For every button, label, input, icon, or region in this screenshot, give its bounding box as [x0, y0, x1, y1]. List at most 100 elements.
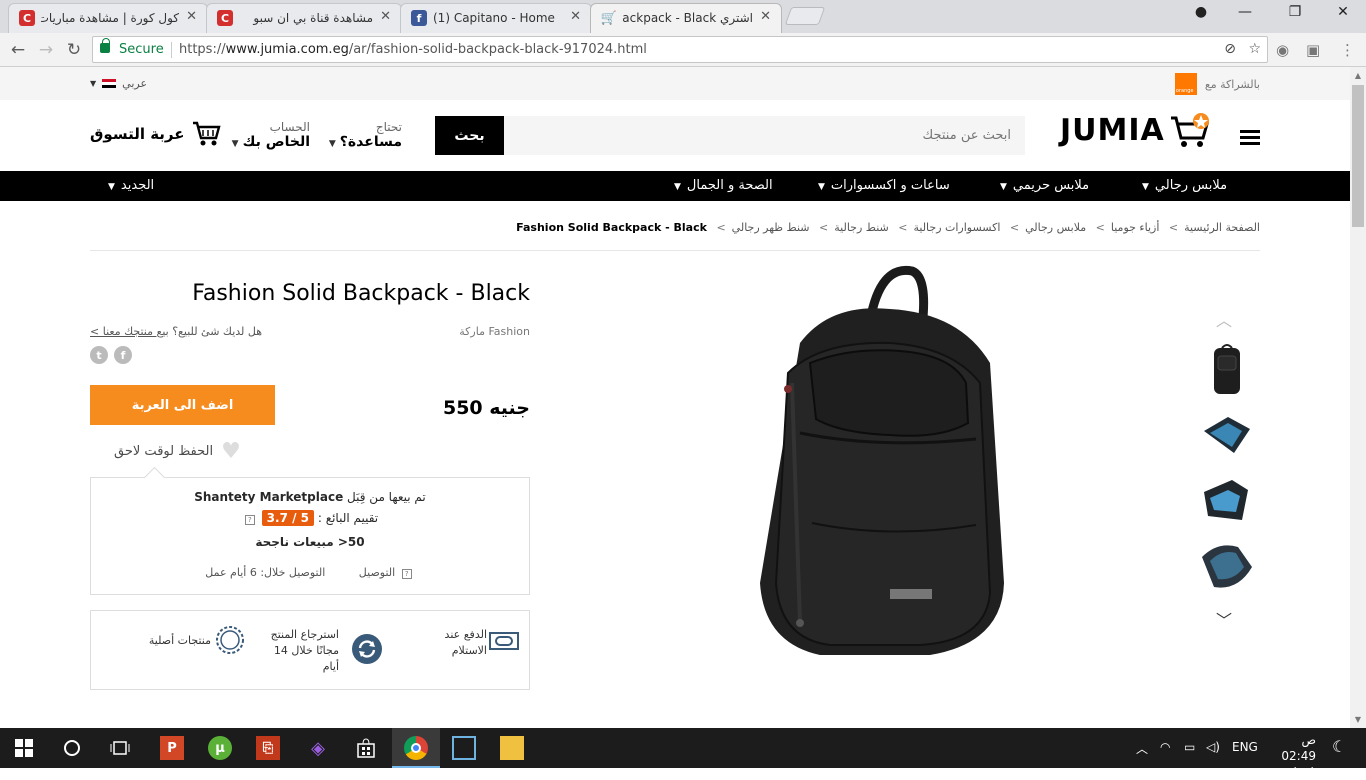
battery-icon[interactable]: ▭ — [1184, 740, 1195, 754]
reload-icon[interactable]: ↻ — [62, 38, 86, 62]
nav-item-women-clothing[interactable]: ▼ ملابس حريمي — [1000, 178, 1089, 193]
tab-title: مشاهدة قناة بي ان سبو — [253, 11, 373, 25]
task-view-icon[interactable] — [108, 736, 132, 760]
sell-with-us-link[interactable]: بيع منتجك معنا > — [90, 325, 169, 338]
visual-studio-icon[interactable]: ◈ — [306, 736, 330, 760]
powerpoint-icon[interactable]: P — [160, 736, 184, 760]
maximize-icon[interactable]: ❐ — [1280, 4, 1310, 20]
close-tab-icon[interactable]: ✕ — [570, 9, 581, 24]
save-for-later-button[interactable]: الحفظ لوقت لاحق ♥ — [114, 439, 241, 464]
url-text[interactable]: https://www.jumia.com.eg/ar/fashion-soli… — [179, 42, 647, 57]
seller-name[interactable]: Shantety Marketplace — [194, 490, 343, 504]
browser-tab[interactable]: C مشاهدة قناة بي ان سبو ✕ — [206, 3, 402, 33]
breadcrumb-link[interactable]: شنط ظهر رجالي — [732, 221, 810, 234]
omnibox-actions: ⊘ ☆ — [1224, 41, 1261, 57]
close-tab-icon[interactable]: ✕ — [760, 9, 771, 24]
cart-button[interactable]: عربة التسوق — [90, 120, 221, 148]
rating-label: تقييم البائع : — [317, 511, 379, 525]
store-icon[interactable] — [354, 736, 378, 760]
scrollbar-thumb[interactable] — [1352, 85, 1364, 227]
jumia-logo[interactable]: JUMIA — [1060, 112, 1211, 148]
page-scrollbar[interactable]: ▲ ▼ — [1350, 67, 1366, 728]
tray-chevron-icon[interactable]: ︿ — [1136, 740, 1148, 757]
chevron-down-icon: ▼ — [1142, 182, 1149, 192]
close-tab-icon[interactable]: ✕ — [186, 9, 197, 24]
hamburger-menu-icon[interactable] — [1240, 130, 1260, 148]
close-window-icon[interactable]: ✕ — [1328, 4, 1358, 20]
account-small-label: الحساب — [269, 120, 310, 134]
breadcrumb-link[interactable]: الصفحة الرئيسية — [1184, 221, 1260, 234]
close-tab-icon[interactable]: ✕ — [380, 9, 391, 24]
breadcrumb-link[interactable]: أزياء جوميا — [1111, 221, 1160, 234]
add-to-cart-button[interactable]: اضف الى العربة — [90, 385, 275, 425]
chrome-icon[interactable] — [404, 736, 428, 760]
nav-item-new[interactable]: ▼ الجديد — [108, 178, 154, 193]
facebook-icon[interactable]: f — [114, 346, 132, 364]
url-scheme: https:// — [179, 42, 226, 57]
address-bar[interactable]: Secure https://www.jumia.com.eg/ar/fashi… — [92, 36, 1268, 63]
tab-favicon: C — [217, 10, 233, 26]
browser-toolbar: ← → ↻ Secure https://www.jumia.com.eg/ar… — [0, 33, 1366, 67]
thumbnail-image[interactable] — [1198, 537, 1256, 595]
menu-icon[interactable]: ⋮ — [1340, 41, 1355, 59]
chevron-down-icon: ▼ — [674, 182, 681, 192]
new-tab-button[interactable] — [784, 7, 826, 25]
twitter-icon[interactable]: t — [90, 346, 108, 364]
language-switcher[interactable]: ▼ عربي — [90, 77, 147, 90]
partner-label: بالشراكة مع — [1204, 77, 1260, 91]
product-price: 550 جنيه — [442, 397, 530, 419]
save-for-later-label: الحفظ لوقت لاحق — [114, 444, 214, 459]
account-menu[interactable]: الحساب ▼ الخاص بك — [226, 120, 310, 150]
action-center-icon[interactable]: ☾ — [1332, 737, 1346, 756]
breadcrumb-link[interactable]: اكسسوارات رجالية — [913, 221, 1000, 234]
nav-item-men-clothing[interactable]: ▼ ملابس رجالي — [1142, 178, 1227, 193]
gallery-up-chevron-icon[interactable]: ︿ — [1216, 307, 1232, 331]
scroll-down-icon[interactable]: ▼ — [1350, 715, 1366, 724]
product-brand[interactable]: ماركة Fashion — [420, 325, 530, 338]
orange-logo[interactable] — [1174, 73, 1197, 95]
browser-tab[interactable]: f (1) Capitano - Home ✕ — [400, 3, 592, 33]
help-question-icon[interactable]: ? — [401, 569, 412, 579]
breadcrumb-link[interactable]: شنط رجالية — [834, 221, 889, 234]
browser-tab-active[interactable]: 🛒 اشتري Fashion Solid Backpack - Black ✕ — [590, 3, 782, 33]
search-input[interactable] — [504, 116, 1025, 155]
volume-icon[interactable]: ◁) — [1206, 740, 1220, 754]
pdf-app-icon[interactable]: ⎘ — [256, 736, 280, 760]
thumbnail-image[interactable] — [1198, 472, 1256, 530]
tab-favicon: C — [19, 10, 35, 26]
thumbnail-image[interactable] — [1198, 342, 1256, 400]
help-question-icon[interactable]: ? — [244, 515, 255, 525]
benefits-box: الدفع عند الاستلام استرجاع المنتج مجانًا… — [90, 610, 530, 690]
site-header: عربة التسوق الحساب ▼ الخاص بك تحتاج ▼ مساع… — [0, 100, 1350, 171]
search-button[interactable]: بحث — [435, 116, 504, 155]
benefit-returns: استرجاع المنتج مجانًا خلال 14 أيام — [270, 628, 339, 673]
url-host: www.jumia.com.eg — [225, 42, 349, 57]
scroll-up-icon[interactable]: ▲ — [1350, 71, 1366, 80]
back-icon[interactable]: ← — [6, 38, 30, 62]
utorrent-icon[interactable]: µ — [208, 736, 232, 760]
translate-icon[interactable]: ⊘ — [1224, 41, 1236, 57]
profile-icon[interactable]: ● — [1186, 4, 1216, 20]
nav-item-health-beauty[interactable]: ▼ الصحة و الجمال — [674, 178, 773, 193]
breadcrumb-link[interactable]: ملابس رجالي — [1025, 221, 1086, 234]
wifi-icon[interactable]: ◠ — [1160, 740, 1170, 754]
search-circle-icon[interactable] — [60, 736, 84, 760]
app-window-icon[interactable] — [452, 736, 476, 760]
product-main-image[interactable] — [740, 263, 1020, 663]
gallery-down-chevron-icon[interactable]: ﹀ — [1216, 607, 1232, 631]
cast-icon[interactable]: ▣ — [1306, 41, 1320, 59]
nav-item-watches[interactable]: ▼ ساعات و اكسسوارات — [818, 178, 950, 193]
help-menu[interactable]: تحتاج ▼ مساعدة؟ — [322, 120, 402, 150]
nav-item-label: الصحة و الجمال — [686, 178, 773, 193]
input-language[interactable]: ENG — [1232, 740, 1258, 754]
extension-icon[interactable]: ◉ — [1276, 41, 1289, 59]
system-clock[interactable]: ص 02:49 ٢٠١٧/١٠/١١ — [1266, 732, 1326, 780]
forward-icon[interactable]: → — [34, 38, 58, 62]
bookmark-star-icon[interactable]: ☆ — [1248, 41, 1261, 57]
nav-item-label: ساعات و اكسسوارات — [830, 178, 950, 193]
thumbnail-image[interactable] — [1198, 407, 1256, 465]
windows-start-icon[interactable] — [12, 736, 36, 760]
browser-tab[interactable]: C كول كورة | مشاهدة مباريات ✕ — [8, 3, 208, 33]
file-explorer-icon[interactable] — [500, 736, 524, 760]
minimize-icon[interactable]: — — [1230, 4, 1260, 20]
